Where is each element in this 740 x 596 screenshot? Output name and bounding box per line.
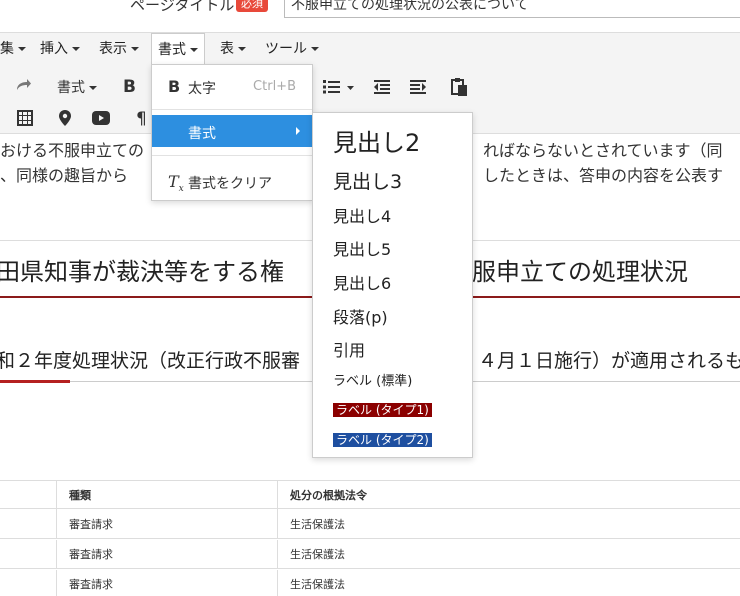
pilcrow-button[interactable]: ¶ — [136, 109, 147, 129]
dropdown-divider — [152, 109, 312, 110]
paragraph-2-right: したときは、答申の内容を公表す — [483, 166, 724, 185]
menu-format-label: 書式 — [158, 42, 186, 58]
menu-table-label: 表 — [220, 41, 234, 57]
paragraph-2-left: 、同様の趣旨から — [0, 166, 129, 185]
chevron-down-icon — [18, 47, 26, 51]
menu-edit-label: 集 — [0, 41, 14, 57]
table-header-cell: 処分の根拠法令 — [290, 489, 367, 502]
title-bar: ページタイトル 必須 不服申立ての処理状況の公表について — [0, 0, 740, 32]
table-row: 審査請求 生活保護法 — [0, 510, 740, 539]
dropdown-divider — [152, 155, 312, 156]
table-cell — [0, 510, 57, 539]
submenu-item-h4[interactable]: 見出し4 — [333, 203, 391, 227]
map-pin-icon[interactable] — [58, 109, 72, 131]
heading-3-left: 和２年度処理状況（改正行政不服審 — [0, 350, 301, 372]
menu-insert[interactable]: 挿入 — [38, 33, 82, 65]
submenu-item-label-standard[interactable]: ラベル (標準) — [333, 370, 412, 389]
format-select[interactable]: 書式 — [57, 77, 97, 97]
table-cell: 生活保護法 — [290, 578, 345, 591]
chevron-down-icon — [190, 48, 198, 52]
menu-edit[interactable]: 集 — [0, 33, 28, 65]
submenu-item-h6[interactable]: 見出し6 — [333, 270, 391, 294]
chevron-down-icon — [131, 47, 139, 51]
chevron-down-icon — [311, 47, 319, 51]
submenu-item-h3[interactable]: 見出し3 — [333, 167, 402, 194]
page-title-input[interactable]: 不服申立ての処理状況の公表について — [284, 0, 740, 18]
chevron-down-icon — [72, 47, 80, 51]
youtube-icon[interactable] — [92, 111, 110, 129]
bold-button[interactable]: B — [123, 77, 136, 97]
format-select-label: 書式 — [57, 80, 85, 96]
submenu-item-paragraph[interactable]: 段落(p) — [333, 304, 388, 328]
table-header-cell — [0, 481, 57, 510]
dropdown-item-clear-format-label: 書式をクリア — [188, 176, 272, 192]
menu-view[interactable]: 表示 — [97, 33, 141, 65]
table-header-cell: 種類 — [57, 481, 278, 510]
menu-view-label: 表示 — [99, 41, 127, 57]
submenu-item-label-type1[interactable]: ラベル (タイプ1) — [333, 399, 432, 418]
table-row: 審査請求 生活保護法 — [0, 570, 740, 596]
dropdown-item-bold[interactable]: B 太字 Ctrl+B — [152, 67, 312, 105]
paste-icon[interactable] — [450, 77, 468, 101]
table-cell: 生活保護法 — [290, 548, 345, 561]
dropdown-item-format[interactable]: 書式 — [152, 115, 312, 147]
dropdown-item-format-label: 書式 — [188, 126, 216, 142]
numbered-list-icon[interactable] — [322, 78, 356, 100]
submenu-item-label-type2[interactable]: ラベル (タイプ2) — [333, 429, 432, 448]
menu-insert-label: 挿入 — [40, 41, 68, 57]
bold-icon: B — [168, 77, 181, 96]
outdent-icon[interactable] — [373, 78, 391, 100]
heading-2-right: 服申立ての処理状況 — [472, 258, 688, 286]
menu-tools[interactable]: ツール — [263, 33, 321, 65]
table-row: 審査請求 生活保護法 — [0, 540, 740, 569]
heading-3-right: ４月１日施行）が適用されるも — [478, 350, 740, 372]
table-cell — [0, 570, 57, 596]
heading-2-left: 田県知事が裁決等をする権 — [0, 258, 284, 286]
chevron-down-icon — [238, 47, 246, 51]
heading-3-accent — [0, 380, 70, 383]
bold-shortcut: Ctrl+B — [253, 79, 296, 94]
format-dropdown: B 太字 Ctrl+B 書式 Tx 書式をクリア — [151, 64, 313, 201]
paragraph-1-right: ればならないとされています（同 — [483, 141, 723, 160]
clear-format-icon: Tx — [168, 172, 184, 195]
paragraph-1-left: おける不服申立ての — [0, 141, 145, 160]
submenu-item-quote[interactable]: 引用 — [333, 337, 365, 361]
menu-format[interactable]: 書式 — [151, 33, 205, 66]
table-cell: 審査請求 — [57, 570, 278, 596]
menu-tools-label: ツール — [265, 41, 307, 57]
label-type1-chip: ラベル (タイプ1) — [333, 403, 432, 417]
redo-icon[interactable] — [14, 76, 32, 98]
format-submenu: 見出し2 見出し3 見出し4 見出し5 見出し6 段落(p) 引用 ラベル (標… — [312, 112, 473, 458]
chevron-down-icon — [89, 86, 97, 90]
required-badge: 必須 — [236, 0, 268, 12]
page-title-label: ページタイトル — [130, 0, 235, 14]
submenu-item-h2[interactable]: 見出し2 — [333, 123, 420, 158]
table-cell: 生活保護法 — [290, 518, 345, 531]
table-header-row: 種類 処分の根拠法令 — [0, 480, 740, 510]
table-grid-icon[interactable] — [17, 110, 33, 130]
table-cell: 審査請求 — [57, 510, 278, 539]
table-cell — [0, 540, 57, 569]
menubar: 集 挿入 表示 書式 表 ツール — [0, 32, 740, 66]
label-type2-chip: ラベル (タイプ2) — [333, 433, 432, 447]
dropdown-item-clear-format[interactable]: Tx 書式をクリア — [152, 162, 312, 200]
indent-icon[interactable] — [409, 78, 427, 100]
menu-table[interactable]: 表 — [218, 33, 248, 65]
table-cell: 審査請求 — [57, 540, 278, 569]
submenu-item-h5[interactable]: 見出し5 — [333, 236, 391, 260]
chevron-right-icon — [296, 127, 300, 135]
dropdown-item-bold-label: 太字 — [188, 81, 216, 97]
